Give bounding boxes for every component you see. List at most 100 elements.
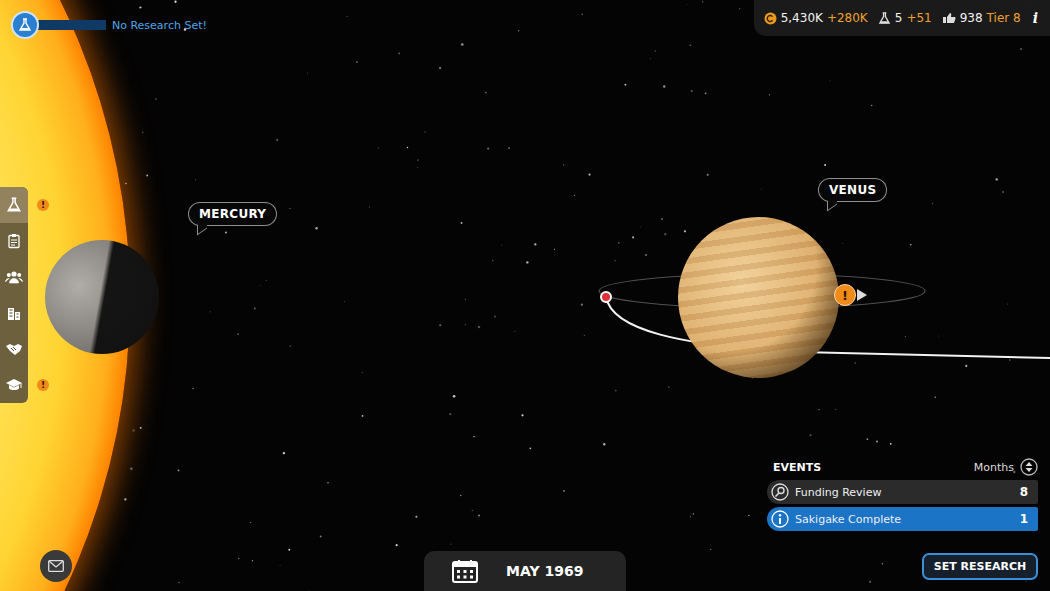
star (155, 98, 156, 99)
flask-icon (11, 11, 39, 39)
star (650, 58, 652, 60)
star (464, 298, 466, 300)
star (632, 236, 634, 238)
events-panel: EVENTS Months Funding Review 8 Sakigake … (767, 458, 1038, 531)
star (439, 324, 441, 326)
star (910, 244, 911, 245)
star (288, 549, 290, 551)
star (867, 438, 869, 440)
star (663, 85, 665, 87)
star (265, 279, 267, 281)
star (869, 581, 871, 583)
star (307, 73, 308, 74)
event-row[interactable]: Funding Review 8 (767, 480, 1038, 504)
star (618, 242, 619, 243)
star (142, 132, 144, 134)
star (871, 105, 872, 106)
star (361, 372, 363, 374)
planet-label[interactable]: VENUS (818, 178, 887, 202)
game-screen: MERCURY VENUS ! No Research Set! 5,430K … (0, 0, 1050, 591)
support-value: 938 (960, 11, 983, 25)
unit-label: Months (974, 461, 1014, 474)
star (487, 147, 489, 149)
star (124, 498, 126, 500)
alert-badge: ! (37, 379, 49, 391)
clipboard-icon (6, 233, 22, 249)
sort-toggle[interactable]: Months (974, 458, 1038, 476)
star (830, 80, 831, 81)
star (760, 188, 762, 190)
star (209, 311, 210, 312)
resource-bar: 5,430K +280K 5 +51 938 Tier 8 i (754, 0, 1050, 36)
star (178, 470, 180, 472)
science-delta: +51 (906, 11, 931, 25)
star (453, 395, 456, 398)
alert-badge: ! (834, 284, 856, 306)
mercury-planet[interactable] (45, 240, 159, 354)
star (938, 335, 940, 337)
support-icon (942, 12, 956, 24)
tier-label: Tier 8 (987, 11, 1021, 25)
star (192, 388, 193, 389)
star (460, 495, 462, 497)
star (417, 167, 419, 169)
star (554, 249, 555, 250)
star (1007, 303, 1009, 305)
event-months: 8 (1020, 485, 1028, 499)
mission-marker[interactable]: ! (834, 284, 867, 306)
star (514, 331, 515, 332)
arrow-icon (857, 289, 867, 301)
star (1002, 191, 1004, 193)
date-label: MAY 1969 (506, 563, 583, 579)
star (415, 516, 417, 518)
star (707, 174, 709, 176)
star (289, 208, 290, 209)
star (842, 243, 844, 245)
review-icon (771, 483, 789, 501)
star (534, 243, 536, 245)
star (343, 301, 345, 303)
star (905, 336, 906, 337)
event-row[interactable]: Sakigake Complete 1 (767, 507, 1038, 531)
sort-icon (1020, 458, 1038, 476)
star (308, 589, 310, 591)
sidebar-item[interactable] (0, 259, 28, 295)
star (882, 563, 884, 565)
star (624, 84, 626, 86)
star (461, 222, 463, 224)
probe-dot[interactable] (600, 291, 612, 303)
venus-planet[interactable] (678, 217, 839, 378)
money-value: 5,430K (781, 11, 823, 25)
star (582, 14, 583, 15)
info-button[interactable]: i (1033, 10, 1038, 26)
star (748, 515, 749, 516)
sidebar-item[interactable]: ! (0, 187, 28, 223)
star (705, 92, 707, 94)
star (378, 147, 379, 148)
date-bar[interactable]: MAY 1969 (424, 551, 626, 591)
star (661, 218, 662, 219)
alert-badge: ! (37, 199, 49, 211)
research-status[interactable]: No Research Set! (11, 11, 207, 39)
star (654, 50, 656, 52)
star (693, 513, 694, 514)
star (824, 164, 826, 166)
sidebar-item[interactable]: ! (0, 367, 28, 403)
star (932, 203, 933, 204)
star (368, 206, 370, 208)
star (237, 333, 239, 335)
star (581, 304, 583, 306)
star (125, 183, 127, 185)
star (417, 159, 419, 161)
star (890, 443, 892, 445)
people-icon (5, 269, 23, 285)
sidebar-item[interactable] (0, 295, 28, 331)
set-research-button[interactable]: SET RESEARCH (922, 553, 1038, 580)
star (473, 436, 474, 437)
star (645, 254, 647, 256)
sidebar-item[interactable] (0, 331, 28, 367)
sidebar-item[interactable] (0, 223, 28, 259)
planet-label[interactable]: MERCURY (188, 202, 277, 226)
mail-button[interactable] (40, 550, 72, 582)
star (854, 362, 856, 364)
